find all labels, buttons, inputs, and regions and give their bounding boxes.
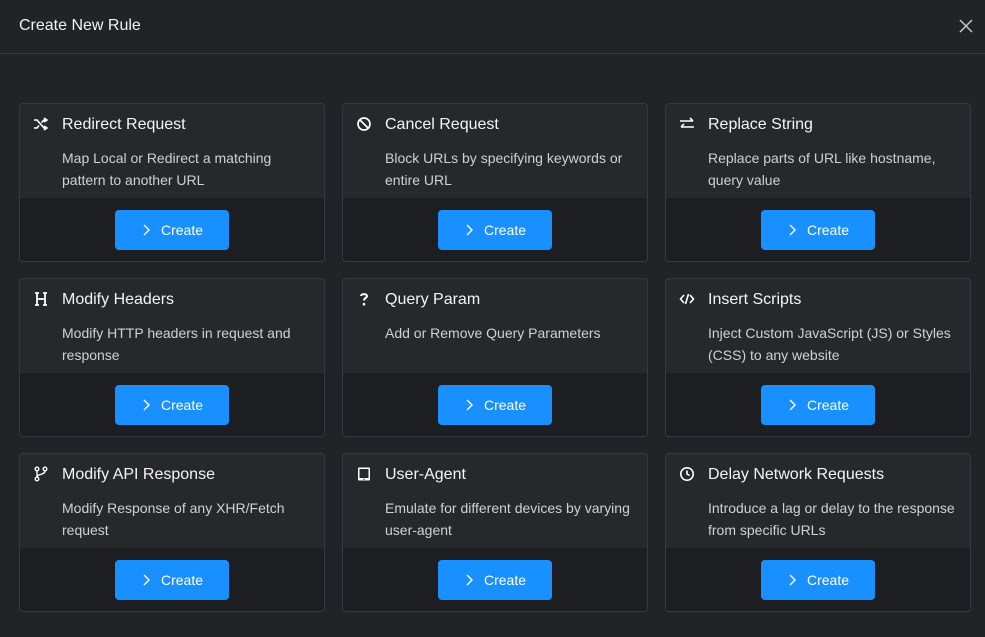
create-button-label: Create — [483, 572, 527, 588]
card-description: Add or Remove Query Parameters — [385, 325, 601, 341]
create-button-label: Create — [806, 397, 850, 413]
rule-grid: Redirect Request Map Local or Redirect a… — [19, 103, 971, 612]
tablet-icon — [356, 466, 372, 482]
card-footer: Create — [20, 373, 324, 436]
create-cancel-request-button[interactable]: Create — [438, 210, 552, 250]
create-user-agent-button[interactable]: Create — [438, 560, 552, 600]
card-title: Query Param — [385, 291, 481, 308]
card-description: Replace parts of URL like hostname, quer… — [708, 150, 936, 188]
create-button-label: Create — [160, 572, 204, 588]
create-insert-scripts-button[interactable]: Create — [761, 385, 875, 425]
card-description: Modify Response of any XHR/Fetch request — [62, 500, 285, 538]
chevron-right-icon — [466, 224, 473, 236]
card-title: Cancel Request — [385, 116, 499, 133]
create-modify-headers-button[interactable]: Create — [115, 385, 229, 425]
create-button-label: Create — [483, 397, 527, 413]
card-title: Delay Network Requests — [708, 466, 885, 483]
create-button-label: Create — [806, 222, 850, 238]
card-description: Introduce a lag or delay to the response… — [708, 500, 955, 538]
card-title: Insert Scripts — [708, 291, 802, 308]
rule-card-query-param: Query Param Add or Remove Query Paramete… — [342, 278, 648, 437]
header-icon — [33, 291, 49, 307]
card-title: Modify Headers — [62, 291, 175, 308]
create-button-label: Create — [160, 222, 204, 238]
card-footer: Create — [343, 548, 647, 611]
code-icon — [679, 291, 695, 307]
card-description: Emulate for different devices by varying… — [385, 500, 630, 538]
rule-card-replace-string: Replace String Replace parts of URL like… — [665, 103, 971, 262]
question-icon — [356, 291, 372, 307]
chevron-right-icon — [789, 224, 796, 236]
chevron-right-icon — [143, 574, 150, 586]
create-modify-api-response-button[interactable]: Create — [115, 560, 229, 600]
shuffle-icon — [33, 116, 49, 132]
rule-card-cancel-request: Cancel Request Block URLs by specifying … — [342, 103, 648, 262]
card-description: Inject Custom JavaScript (JS) or Styles … — [708, 325, 951, 363]
rule-card-user-agent: User-Agent Emulate for different devices… — [342, 453, 648, 612]
card-title: User-Agent — [385, 466, 466, 483]
rule-card-redirect-request: Redirect Request Map Local or Redirect a… — [19, 103, 325, 262]
create-button-label: Create — [483, 222, 527, 238]
rule-card-delay-network-requests: Delay Network Requests Introduce a lag o… — [665, 453, 971, 612]
rule-card-insert-scripts: Insert Scripts Inject Custom JavaScript … — [665, 278, 971, 437]
create-query-param-button[interactable]: Create — [438, 385, 552, 425]
chevron-right-icon — [789, 399, 796, 411]
card-footer: Create — [343, 198, 647, 261]
branch-icon — [33, 466, 49, 482]
block-icon — [356, 116, 372, 132]
swap-icon — [679, 116, 695, 132]
card-footer: Create — [343, 373, 647, 436]
create-delay-network-requests-button[interactable]: Create — [761, 560, 875, 600]
card-title: Replace String — [708, 116, 813, 133]
card-description: Modify HTTP headers in request and respo… — [62, 325, 291, 363]
close-icon[interactable] — [959, 19, 973, 33]
card-footer: Create — [666, 198, 970, 261]
rule-card-modify-headers: Modify Headers Modify HTTP headers in re… — [19, 278, 325, 437]
clock-icon — [679, 466, 695, 482]
card-description: Map Local or Redirect a matching pattern… — [62, 150, 272, 188]
chevron-right-icon — [143, 399, 150, 411]
card-footer: Create — [20, 548, 324, 611]
card-footer: Create — [20, 198, 324, 261]
card-footer: Create — [666, 373, 970, 436]
modal-header: Create New Rule — [0, 0, 985, 54]
create-button-label: Create — [160, 397, 204, 413]
chevron-right-icon — [466, 399, 473, 411]
modal-title: Create New Rule — [19, 17, 141, 34]
card-description: Block URLs by specifying keywords or ent… — [385, 150, 623, 188]
create-redirect-request-button[interactable]: Create — [115, 210, 229, 250]
chevron-right-icon — [466, 574, 473, 586]
create-replace-string-button[interactable]: Create — [761, 210, 875, 250]
create-button-label: Create — [806, 572, 850, 588]
card-footer: Create — [666, 548, 970, 611]
chevron-right-icon — [789, 574, 796, 586]
create-rule-modal: Create New Rule Redirect Request Map Loc… — [0, 0, 985, 637]
chevron-right-icon — [143, 224, 150, 236]
rule-card-modify-api-response: Modify API Response Modify Response of a… — [19, 453, 325, 612]
card-title: Modify API Response — [62, 466, 215, 483]
card-title: Redirect Request — [62, 116, 186, 133]
